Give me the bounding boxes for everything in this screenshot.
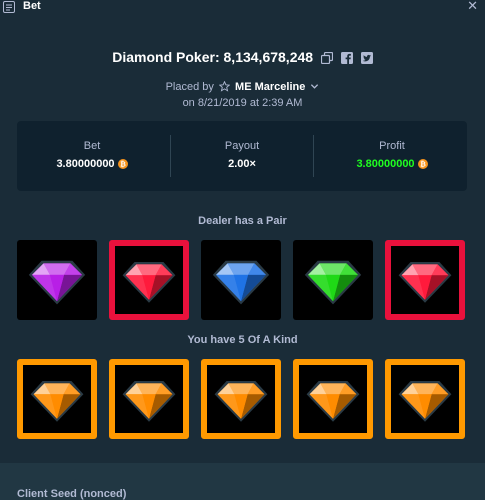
copy-icon[interactable]: [320, 52, 333, 64]
twitter-icon[interactable]: [360, 52, 373, 64]
gem-card: [109, 359, 189, 439]
purple-gem-icon: [28, 260, 86, 305]
red-gem-icon: [398, 262, 452, 303]
orange-gem-icon: [30, 381, 84, 422]
gem-card: [293, 240, 373, 320]
green-gem-icon: [304, 260, 362, 305]
window-title: Bet: [23, 0, 41, 12]
gem-card: [201, 359, 281, 439]
window-titlebar: Bet ✕: [0, 0, 485, 14]
svg-text:₿: ₿: [120, 161, 126, 169]
bet-amount-stat: Bet 3.80000000 ₿: [17, 121, 167, 191]
payout-stat: Payout 2.00×: [167, 121, 317, 191]
payout-label: Payout: [224, 140, 260, 152]
chevron-down-icon[interactable]: [310, 82, 319, 91]
bet-heading: Diamond Poker: 8,134,678,248: [0, 48, 485, 66]
placed-by-label: Placed by: [165, 81, 214, 93]
gem-card: [109, 240, 189, 320]
blue-gem-icon: [212, 260, 270, 305]
game-name: Diamond Poker:: [112, 49, 220, 65]
payout-value: 2.00×: [228, 158, 256, 170]
bet-value: 3.80000000: [56, 158, 115, 170]
username-link[interactable]: ME Marceline: [235, 81, 305, 93]
facebook-icon[interactable]: [340, 52, 353, 64]
profit-value-row: 3.80000000 ₿: [317, 158, 467, 170]
profit-value: 3.80000000: [356, 158, 415, 170]
orange-gem-icon: [214, 381, 268, 422]
red-gem-icon: [122, 262, 176, 303]
gem-card: [201, 240, 281, 320]
stat-divider: [313, 135, 314, 177]
gem-card: [385, 359, 465, 439]
orange-gem-icon: [122, 381, 176, 422]
player-hand-title: You have 5 Of A Kind: [187, 334, 298, 346]
bet-date: on 8/21/2019 at 2:39 AM: [182, 97, 303, 109]
bitcoin-coin-icon: ₿: [417, 159, 428, 169]
orange-gem-icon: [306, 381, 360, 422]
bitcoin-coin-icon: ₿: [117, 159, 128, 169]
gem-card: [293, 359, 373, 439]
gem-card: [17, 359, 97, 439]
bet-value-row: 3.80000000 ₿: [17, 158, 167, 170]
dealer-hand-title: Dealer has a Pair: [198, 215, 287, 227]
star-icon: [218, 81, 230, 92]
gem-card: [17, 240, 97, 320]
bet-stats-panel: Bet 3.80000000 ₿ Payout 2.00× Profit 3.80…: [17, 121, 467, 191]
profit-label: Profit: [379, 140, 405, 152]
profit-stat: Profit 3.80000000 ₿: [317, 121, 467, 191]
bet-id: 8,134,678,248: [223, 49, 314, 65]
bet-label: Bet: [83, 140, 101, 152]
placed-by-line: Placed by ME Marceline: [0, 80, 485, 94]
orange-gem-icon: [398, 381, 452, 422]
gem-card: [385, 240, 465, 320]
svg-text:₿: ₿: [420, 161, 426, 169]
close-icon[interactable]: ✕: [467, 0, 478, 12]
client-seed-label: Client Seed (nonced): [17, 488, 127, 500]
bet-slip-icon: [3, 1, 15, 13]
